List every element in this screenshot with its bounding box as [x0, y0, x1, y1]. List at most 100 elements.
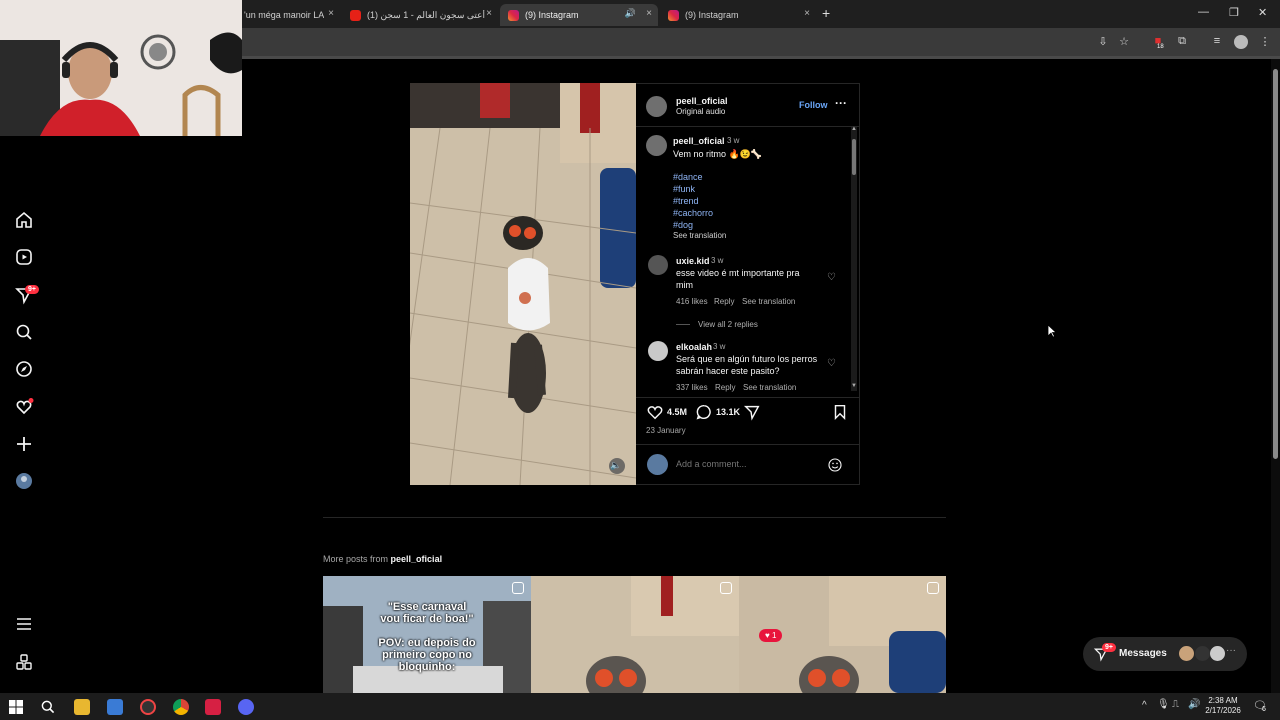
author-avatar[interactable] [646, 96, 667, 117]
like-notification-bubble: ♥ 1 [759, 629, 783, 642]
replies-line [676, 324, 690, 325]
reply-link[interactable]: Reply [715, 383, 735, 392]
like-comment-icon[interactable]: ♡ [827, 272, 836, 283]
mute-speaker-icon[interactable]: 🔈 [610, 460, 621, 471]
heart-notifications-icon[interactable] [14, 397, 34, 417]
comment-username[interactable]: elkoalah [676, 342, 712, 352]
reel-icon [720, 582, 732, 594]
kebab-menu-icon[interactable]: ⋮ [1258, 35, 1272, 49]
messages-button[interactable]: 9+ Messages ··· [1083, 637, 1247, 671]
store-icon[interactable] [107, 699, 123, 715]
caption-username[interactable]: peell_oficial [673, 136, 725, 146]
commenter-avatar[interactable] [648, 255, 668, 275]
add-comment-input[interactable] [676, 456, 816, 472]
share-send-icon[interactable] [743, 403, 761, 421]
audio-label[interactable]: Original audio [676, 107, 725, 116]
close-tab-icon[interactable]: × [486, 8, 492, 19]
close-tab-icon[interactable]: × [804, 8, 810, 19]
comment-icon[interactable] [695, 403, 713, 421]
close-window-button[interactable]: ✕ [1258, 6, 1267, 19]
hashtag-link[interactable]: #trend [673, 195, 699, 207]
explore-compass-icon[interactable] [14, 359, 34, 379]
minimize-button[interactable]: — [1198, 6, 1209, 18]
page-scrollbar[interactable] [1271, 59, 1280, 693]
discord-icon[interactable] [238, 699, 254, 715]
like-count[interactable]: 4.5M [667, 407, 687, 417]
bookmark-star-icon[interactable]: ☆ [1117, 35, 1131, 49]
more-post-thumb-1[interactable]: "Esse carnaval vou ficar de boa!" POV: e… [323, 576, 531, 693]
volume-icon[interactable]: 🔊 [1188, 699, 1200, 710]
like-comment-icon[interactable]: ♡ [827, 358, 836, 369]
file-explorer-icon[interactable] [74, 699, 90, 715]
windows-start-icon[interactable] [9, 700, 23, 714]
app-icon[interactable] [140, 699, 156, 715]
profile-avatar[interactable] [14, 471, 34, 491]
close-tab-icon[interactable]: × [646, 8, 652, 19]
comment-likes[interactable]: 416 likes [676, 297, 708, 306]
comments-scroll-thumb[interactable] [852, 139, 856, 175]
browser-tab-2[interactable]: (1) أعتى سجون العالم - 1 سجن .. × [342, 4, 498, 26]
emoji-icon[interactable] [827, 457, 843, 473]
save-bookmark-icon[interactable] [832, 403, 848, 421]
reel-icon [512, 582, 524, 594]
threads-apps-icon[interactable] [14, 652, 34, 672]
see-translation-link[interactable]: See translation [673, 231, 726, 240]
section-divider [323, 517, 946, 518]
close-tab-icon[interactable]: × [328, 8, 334, 19]
see-translation-link[interactable]: See translation [742, 297, 795, 306]
contact-avatar [1210, 646, 1225, 661]
comments-scrollbar[interactable]: ▲ ▼ [851, 126, 857, 391]
reels-icon[interactable] [14, 247, 34, 267]
webcam-overlay [0, 0, 242, 136]
commenter-avatar[interactable] [648, 341, 668, 361]
create-plus-icon[interactable] [14, 434, 34, 454]
microphone-icon[interactable]: 🎙 [1157, 699, 1170, 710]
see-translation-link[interactable]: See translation [743, 383, 796, 392]
new-tab-button[interactable]: + [822, 5, 830, 21]
install-app-icon[interactable]: ⇩ [1096, 35, 1110, 49]
reel-icon [927, 582, 939, 594]
header-divider [636, 126, 860, 127]
media-control-icon[interactable]: ≡ [1210, 35, 1224, 49]
more-post-thumb-2[interactable] [531, 576, 739, 693]
follow-button[interactable]: Follow [799, 100, 828, 110]
clock[interactable]: 2:38 AM 2/17/2026 [1200, 696, 1246, 716]
browser-tab-3[interactable]: (9) Instagram 🔊 × [500, 4, 658, 26]
chrome-icon[interactable] [173, 699, 189, 715]
more-post-thumb-3[interactable]: ♥ 1 [739, 576, 946, 693]
maximize-button[interactable]: ❐ [1229, 6, 1239, 19]
browser-tab-1[interactable]: 'un méga manoir LA × [236, 4, 340, 26]
scroll-up-arrow-icon[interactable]: ▲ [851, 126, 857, 132]
hashtag-link[interactable]: #dog [673, 219, 693, 231]
caption-avatar[interactable] [646, 135, 667, 156]
home-icon[interactable] [14, 210, 34, 230]
speaker-icon[interactable]: 🔊 [625, 8, 636, 19]
comment-count[interactable]: 13.1K [716, 407, 740, 417]
comment-time: 3 w [711, 256, 724, 265]
hashtag-link[interactable]: #funk [673, 183, 695, 195]
hashtag-link[interactable]: #dance [673, 171, 703, 183]
like-heart-icon[interactable] [646, 403, 664, 421]
search-icon[interactable] [14, 322, 34, 342]
puzzle-extensions-icon[interactable]: ⧉ [1175, 35, 1189, 49]
tray-overflow-icon[interactable]: ^ [1142, 700, 1147, 711]
more-posts-username[interactable]: peell_oficial [391, 554, 443, 564]
hashtag-link[interactable]: #cachorro [673, 207, 713, 219]
more-options-icon[interactable]: ··· [835, 96, 847, 110]
reply-link[interactable]: Reply [714, 297, 734, 306]
post-video[interactable]: 🔈 [410, 83, 636, 485]
comment-username[interactable]: uxie.kid [676, 256, 710, 266]
browser-tab-4[interactable]: (9) Instagram × [660, 4, 816, 26]
menu-hamburger-icon[interactable] [14, 614, 34, 634]
youtube-icon [350, 9, 361, 21]
comment-likes[interactable]: 337 likes [676, 383, 708, 392]
taskbar-search-icon[interactable] [40, 699, 56, 715]
view-replies-link[interactable]: View all 2 replies [698, 320, 758, 329]
app-icon[interactable] [205, 699, 221, 715]
network-icon[interactable]: ⎍ [1172, 699, 1179, 710]
author-username[interactable]: peell_oficial [676, 96, 728, 106]
page-scroll-thumb[interactable] [1273, 69, 1278, 459]
profile-avatar[interactable] [1234, 35, 1248, 49]
scroll-down-arrow-icon[interactable]: ▼ [851, 383, 857, 389]
toolbar-divider [242, 56, 1280, 59]
